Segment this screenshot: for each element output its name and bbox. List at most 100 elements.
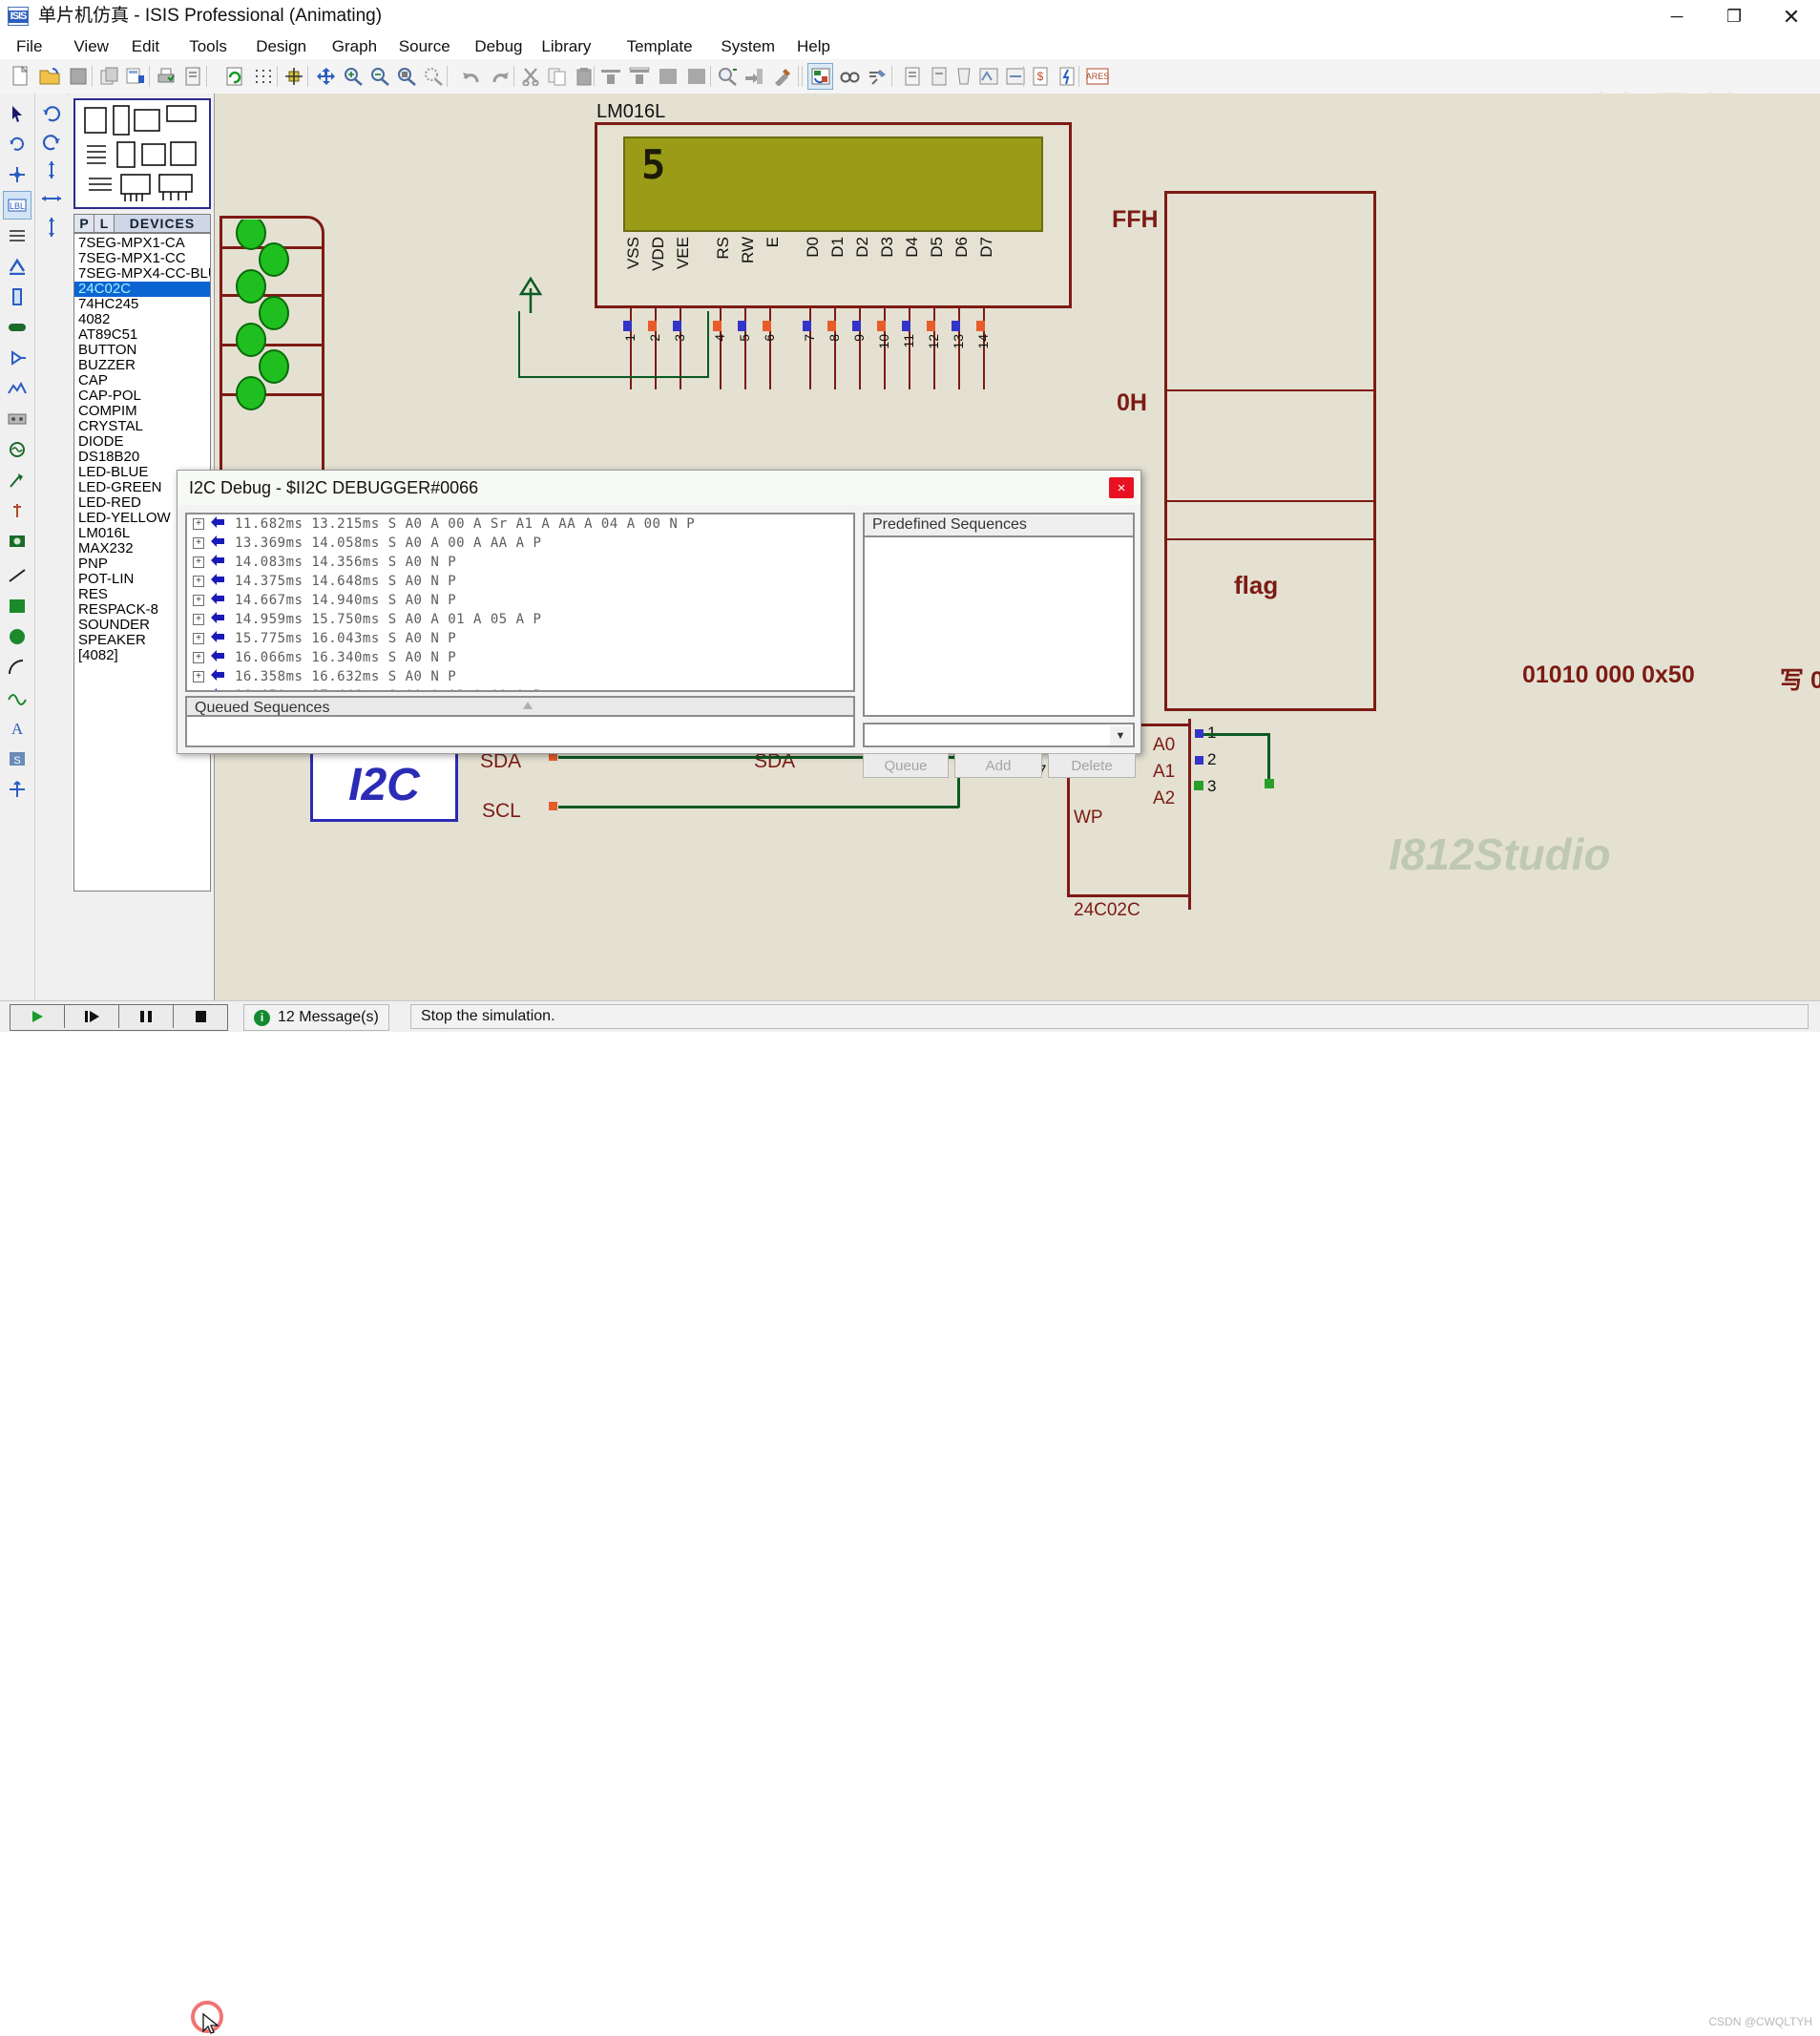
report-3-icon[interactable] [951,63,976,90]
pick-device-icon[interactable] [714,63,740,90]
zoom-in-icon[interactable] [340,63,366,90]
i2c-trace-row[interactable]: +14.667ms 14.940ms S A0 N P [187,591,853,610]
i2c-trace-row[interactable]: +14.083ms 14.356ms S A0 N P [187,553,853,572]
import-section-icon[interactable] [95,63,121,90]
expand-plus-icon[interactable]: + [193,518,204,530]
expand-plus-icon[interactable]: + [193,633,204,644]
toggle-grid-icon[interactable] [250,63,276,90]
step-button[interactable] [65,1005,119,1028]
device-list-item[interactable]: 7SEG-MPX4-CC-BLUE [74,266,210,282]
wire-label-icon[interactable]: LBL [3,191,31,220]
component-mode-icon[interactable] [3,130,31,158]
expand-plus-icon[interactable]: + [193,595,204,606]
save-file-icon[interactable] [65,63,91,90]
rotation-spinner-icon[interactable] [37,157,66,183]
cut-icon[interactable] [517,63,543,90]
virtual-instrument-icon[interactable] [3,527,31,556]
device-list-item[interactable]: 4082 [74,312,210,327]
device-list-item[interactable]: BUTTON [74,343,210,358]
expand-plus-icon[interactable]: + [193,671,204,682]
expand-plus-icon[interactable]: + [193,576,204,587]
i2c-trace-row[interactable]: +13.369ms 14.058ms S A0 A 00 A AA A P [187,534,853,553]
menu-item-view[interactable]: View [65,33,117,59]
generator-mode-icon[interactable] [3,435,31,464]
netlist-transfer-icon[interactable] [807,63,833,90]
erc-icon[interactable] [836,63,862,90]
chevron-down-icon[interactable]: ▼ [1110,726,1131,745]
i2c-trace-row[interactable]: +11.682ms 13.215ms S A0 A 00 A Sr A1 A A… [187,514,853,534]
path-tool-icon[interactable] [3,683,31,712]
device-list-item[interactable]: CAP-POL [74,388,210,404]
zoom-out-icon[interactable] [366,63,392,90]
device-list-item[interactable]: 24C02C [74,282,210,297]
tape-recorder-icon[interactable] [3,405,31,433]
device-list-item[interactable]: CAP [74,373,210,388]
menu-item-template[interactable]: Template [618,33,701,59]
symbol-tool-icon[interactable]: S [3,745,31,773]
quick-report-icon[interactable] [1054,63,1079,90]
new-file-icon[interactable] [8,63,33,90]
device-list-item[interactable]: CRYSTAL [74,419,210,434]
play-button[interactable] [10,1005,65,1028]
export-section-icon[interactable] [122,63,148,90]
junction-dot-icon[interactable] [3,160,31,189]
redo-icon[interactable] [487,63,513,90]
close-button[interactable]: ✕ [1763,0,1820,33]
device-list-item[interactable]: DIODE [74,434,210,450]
device-list-item[interactable]: 74HC245 [74,297,210,312]
block-copy-icon[interactable] [655,63,680,90]
predefined-sequences-list[interactable] [863,537,1135,717]
align-left-icon[interactable] [597,63,623,90]
print-area-icon[interactable] [179,63,205,90]
arc-tool-icon[interactable] [3,653,31,682]
open-file-icon[interactable] [36,63,62,90]
menu-item-graph[interactable]: Graph [324,33,386,59]
marker-tool-icon[interactable] [3,775,31,804]
undo-icon[interactable] [458,63,484,90]
expand-plus-icon[interactable]: + [193,614,204,625]
block-delete-icon[interactable] [683,63,709,90]
message-count-area[interactable]: i 12 Message(s) [243,1004,389,1031]
rotate-clockwise-icon[interactable] [37,99,66,126]
current-probe-icon[interactable] [3,496,31,525]
make-device-icon[interactable] [741,63,766,90]
i2c-trace-row[interactable]: +16.066ms 16.340ms S A0 N P [187,648,853,667]
device-col-title[interactable]: DEVICES [115,216,210,231]
device-col-p[interactable]: P [74,215,94,232]
device-list-item[interactable]: AT89C51 [74,327,210,343]
device-list-item[interactable]: DS18B20 [74,450,210,465]
mirror-vertical-icon[interactable] [37,214,66,241]
menu-item-source[interactable]: Source [390,33,459,59]
menu-item-system[interactable]: System [712,33,784,59]
subcircuit-icon[interactable] [3,283,31,311]
device-list-item[interactable]: COMPIM [74,404,210,419]
report-2-icon[interactable] [926,63,952,90]
i2c-trace-list[interactable]: +11.682ms 13.215ms S A0 A 00 A Sr A1 A A… [185,513,855,692]
device-list-item[interactable]: 7SEG-MPX1-CA [74,236,210,251]
expand-plus-icon[interactable]: + [193,690,204,692]
menu-item-edit[interactable]: Edit [123,33,168,59]
copy-icon[interactable] [544,63,570,90]
pan-icon[interactable] [313,63,339,90]
queued-sequences-panel[interactable] [185,717,855,747]
origin-icon[interactable] [281,63,306,90]
device-pin-icon[interactable] [3,344,31,372]
i2c-trace-row[interactable]: +16.358ms 16.632ms S A0 N P [187,667,853,686]
bill-of-materials-icon[interactable]: $ [1027,63,1053,90]
menu-item-tools[interactable]: Tools [180,33,236,59]
graph-mode-icon[interactable] [3,374,31,403]
box-tool-icon[interactable] [3,592,31,620]
terminal-mode-icon[interactable] [3,313,31,342]
stop-button[interactable] [174,1005,227,1028]
maximize-button[interactable]: ❐ [1705,0,1763,33]
circle-tool-icon[interactable] [3,622,31,651]
report-4-icon[interactable] [975,63,1001,90]
device-list-item[interactable]: 7SEG-MPX1-CC [74,251,210,266]
print-icon[interactable] [153,63,178,90]
sequence-combo[interactable]: ▼ [863,723,1135,747]
i2c-trace-row[interactable]: +14.959ms 15.750ms S A0 A 01 A 05 A P [187,610,853,629]
device-col-l[interactable]: L [94,215,115,232]
device-list-item[interactable]: BUZZER [74,358,210,373]
menu-item-design[interactable]: Design [247,33,315,59]
netlist-compiler-icon[interactable] [865,63,890,90]
